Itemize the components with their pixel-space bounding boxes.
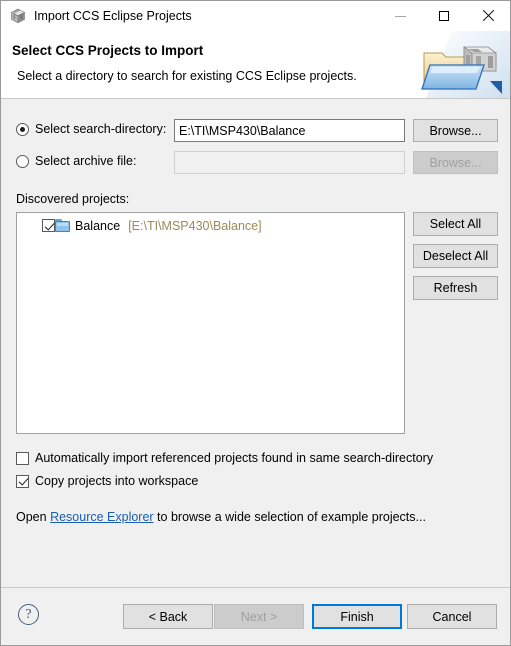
window-title: Import CCS Eclipse Projects (34, 9, 192, 23)
minimize-button[interactable] (378, 1, 422, 31)
archive-file-label: Select archive file: (35, 154, 137, 168)
archive-file-input (174, 151, 405, 174)
browse-archive-file-button: Browse... (413, 151, 498, 174)
checkbox-indicator-auto-import[interactable] (16, 451, 29, 465)
title-bar: Import CCS Eclipse Projects (1, 1, 510, 31)
copy-projects-checkbox[interactable]: Copy projects into workspace (16, 474, 198, 488)
discovered-projects-label: Discovered projects: (16, 192, 130, 206)
auto-import-referenced-checkbox[interactable]: Automatically import referenced projects… (16, 451, 433, 465)
close-icon (482, 10, 494, 22)
cancel-button[interactable]: Cancel (407, 604, 497, 629)
refresh-button[interactable]: Refresh (413, 276, 498, 300)
select-all-button[interactable]: Select All (413, 212, 498, 236)
resource-link-prefix: Open (16, 510, 51, 524)
footer-separator (1, 587, 510, 588)
close-button[interactable] (466, 1, 510, 31)
folder-icon (55, 219, 70, 232)
browse-search-directory-button[interactable]: Browse... (413, 119, 498, 142)
copy-projects-label: Copy projects into workspace (35, 474, 199, 488)
page-subtitle: Select a directory to search for existin… (17, 69, 357, 83)
deselect-all-button[interactable]: Deselect All (413, 244, 498, 268)
archive-file-radio[interactable]: Select archive file: (16, 154, 136, 168)
back-button[interactable]: < Back (123, 604, 213, 629)
project-path: [E:\TI\MSP430\Balance] (128, 218, 262, 233)
folder-with-cube-icon (416, 31, 510, 98)
project-checkbox[interactable] (42, 219, 55, 232)
finish-button[interactable]: Finish (312, 604, 402, 629)
maximize-button[interactable] (422, 1, 466, 31)
resource-explorer-link[interactable]: Resource Explorer (50, 510, 154, 524)
resource-explorer-line: Open Resource Explorer to browse a wide … (16, 510, 426, 524)
ccs-cube-icon (10, 8, 26, 24)
help-icon[interactable]: ? (18, 604, 39, 625)
search-directory-label: Select search-directory: (35, 122, 167, 136)
search-directory-input[interactable]: E:\TI\MSP430\Balance (174, 119, 405, 142)
import-ccs-projects-dialog: Import CCS Eclipse Projects Select CCS P… (0, 0, 511, 646)
resource-link-suffix: to browse a wide selection of example pr… (153, 510, 426, 524)
page-title: Select CCS Projects to Import (12, 43, 204, 58)
dialog-header: Select CCS Projects to Import Select a d… (1, 31, 510, 99)
search-directory-radio[interactable]: Select search-directory: (16, 122, 166, 136)
project-name: Balance (75, 218, 121, 233)
window-controls (378, 1, 510, 31)
minimize-icon (394, 15, 406, 17)
checkbox-indicator-copy-projects[interactable] (16, 474, 29, 488)
radio-indicator-search-directory[interactable] (16, 122, 29, 136)
discovered-projects-list[interactable]: Balance [E:\TI\MSP430\Balance] (16, 212, 405, 434)
dialog-body: Select search-directory: E:\TI\MSP430\Ba… (1, 99, 510, 645)
list-item[interactable]: Balance [E:\TI\MSP430\Balance] (17, 216, 404, 235)
maximize-icon (439, 11, 449, 21)
radio-indicator-archive-file[interactable] (16, 154, 29, 168)
next-button: Next > (214, 604, 304, 629)
auto-import-referenced-label: Automatically import referenced projects… (35, 451, 434, 465)
